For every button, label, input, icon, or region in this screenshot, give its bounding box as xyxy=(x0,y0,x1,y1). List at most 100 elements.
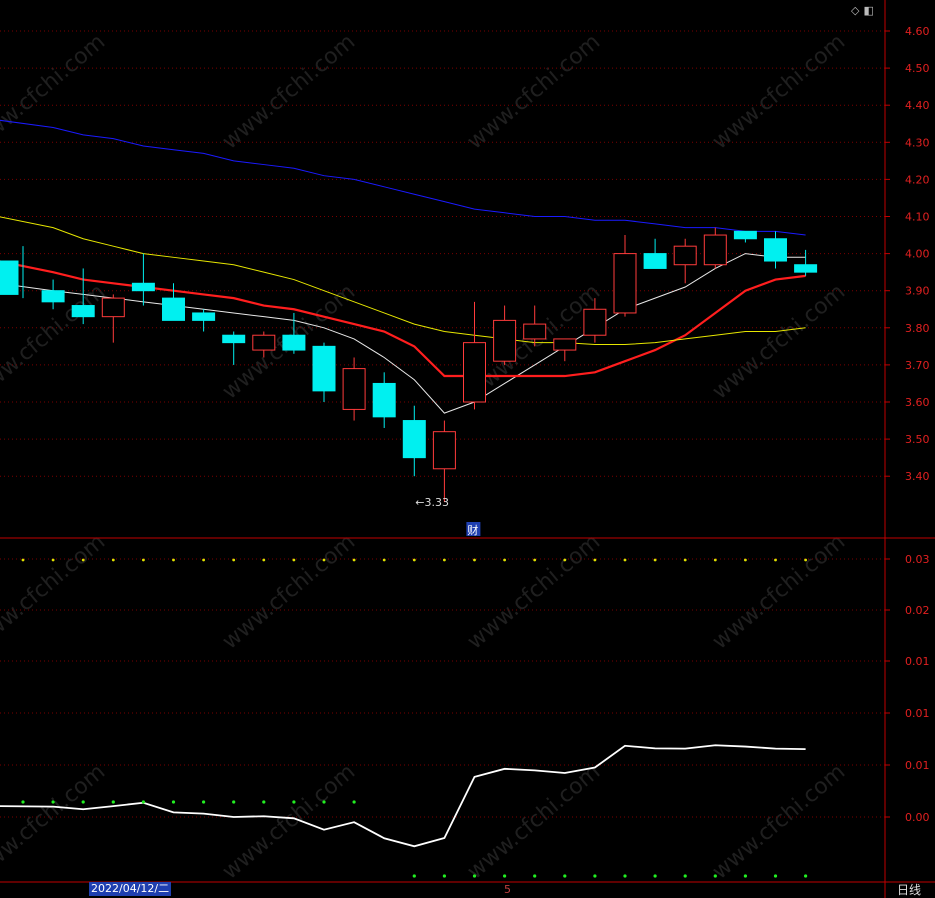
min-price-label: ←3.33 xyxy=(415,496,449,509)
watermark-text: www.cfchi.com xyxy=(463,529,605,654)
event-marker-label: 财 xyxy=(467,523,478,537)
signal-dot-bottom xyxy=(232,800,236,804)
candle-body xyxy=(162,297,185,321)
candle-body xyxy=(372,382,396,418)
watermark-text: www.cfchi.com xyxy=(708,529,850,654)
candle xyxy=(312,342,336,402)
diamond-icon[interactable]: ◇ xyxy=(851,4,859,17)
signal-dot-top xyxy=(21,558,25,562)
signal-dot-bottom xyxy=(21,800,25,804)
price-tick-label: 3.40 xyxy=(905,470,930,483)
candle-body xyxy=(101,297,125,318)
candle-body xyxy=(643,253,667,269)
signal-dot-top xyxy=(412,558,416,562)
candle-body xyxy=(432,431,456,470)
indicator-tick-label: 0.02 xyxy=(905,604,930,617)
signal-dot-top xyxy=(232,558,236,562)
watermark-text: www.cfchi.com xyxy=(708,279,850,404)
signal-dot-bottom xyxy=(202,800,206,804)
signal-dot-top xyxy=(111,558,115,562)
price-tick-label: 3.80 xyxy=(905,322,930,335)
signal-dot-bottom xyxy=(503,874,507,878)
price-tick-label: 3.70 xyxy=(905,359,930,372)
candle-body xyxy=(402,420,426,459)
signal-dot-bottom xyxy=(412,874,416,878)
cursor-date: 2022/04/12/二 xyxy=(89,882,172,896)
signal-dot-bottom xyxy=(322,800,326,804)
candle-body xyxy=(252,334,276,351)
toolbar-icons: ◇ ◧ xyxy=(851,4,878,17)
candle xyxy=(553,338,577,362)
signal-dot-bottom xyxy=(141,800,145,804)
indicator-tick-label: 0.01 xyxy=(905,707,930,720)
signal-dot-bottom xyxy=(804,874,808,878)
ma-line-blue xyxy=(0,119,806,236)
candle-body xyxy=(463,342,486,403)
price-tick-label: 4.00 xyxy=(905,248,930,261)
signal-dot-bottom xyxy=(713,874,717,878)
signal-dot-top xyxy=(744,558,747,562)
signal-dot-top xyxy=(473,558,476,562)
watermark-text: www.cfchi.com xyxy=(708,29,850,154)
candle xyxy=(192,309,216,332)
watermark-text: www.cfchi.com xyxy=(0,759,110,884)
candle xyxy=(643,238,667,269)
candle-body xyxy=(553,338,577,351)
indicator-panel xyxy=(0,558,808,878)
candle-body xyxy=(733,230,757,240)
price-tick-label: 4.10 xyxy=(905,211,930,224)
signal-dot-top xyxy=(533,558,537,562)
price-tick-label: 4.20 xyxy=(905,173,930,186)
signal-dot-bottom xyxy=(653,874,657,878)
watermark-text: www.cfchi.com xyxy=(218,759,360,884)
indicator-tick-label: 0.03 xyxy=(905,553,930,566)
candle-body xyxy=(342,368,366,410)
price-tick-label: 3.50 xyxy=(905,433,930,446)
indicator-tick-label: 0.01 xyxy=(905,655,930,668)
y-ticks: 4.60 4.50 4.40 4.30 4.20 4.10 4.00 3.90 3.80 3.70… xyxy=(885,25,930,824)
candle-body xyxy=(282,334,306,351)
candle-body xyxy=(493,319,517,362)
watermark-text: www.cfchi.com xyxy=(0,529,110,654)
panel-toggle-icon[interactable]: ◧ xyxy=(863,4,873,17)
candle-body xyxy=(71,305,95,318)
grid-lines xyxy=(0,30,885,818)
signal-dot-top xyxy=(713,558,717,562)
candle-body xyxy=(41,290,65,303)
signal-dot-bottom xyxy=(773,874,778,878)
signal-dot-top xyxy=(202,558,206,562)
signal-dot-top xyxy=(352,558,356,562)
candle-body xyxy=(583,308,607,336)
signal-dot-bottom xyxy=(111,800,115,804)
price-tick-label: 3.60 xyxy=(905,396,930,409)
signal-dot-bottom xyxy=(683,874,687,878)
candle-body xyxy=(794,264,818,273)
signal-dot-top xyxy=(443,558,446,562)
price-tick-label: 4.30 xyxy=(905,136,930,149)
candle xyxy=(41,279,65,310)
signal-dot-bottom xyxy=(743,874,748,878)
signal-dot-bottom xyxy=(442,874,446,878)
candle-body xyxy=(703,234,727,266)
watermark-text: www.cfchi.com xyxy=(218,529,360,654)
watermark-text: www.cfchi.com xyxy=(463,29,605,154)
annotations: ←3.33 财 xyxy=(415,496,481,537)
watermark-text: www.cfchi.com xyxy=(708,759,850,884)
period-selector[interactable]: 日线 xyxy=(897,883,921,897)
price-tick-label: 4.40 xyxy=(905,99,930,112)
x-tick-label: 5 xyxy=(504,883,511,896)
candle-body xyxy=(523,323,547,340)
indicator-tick-label: 0.01 xyxy=(905,759,930,772)
signal-dot-bottom xyxy=(472,874,477,878)
candle xyxy=(673,238,697,284)
candle-body xyxy=(222,334,246,344)
candle xyxy=(794,249,818,276)
signal-dot-bottom xyxy=(563,874,567,878)
candle xyxy=(131,253,155,306)
candle xyxy=(0,246,24,299)
candle xyxy=(101,294,125,343)
signal-dot-top xyxy=(172,558,175,562)
candle xyxy=(342,357,366,421)
stock-chart[interactable]: www.cfchi.com www.cfchi.com www.cfchi.com w… xyxy=(0,0,935,898)
signal-dot-top xyxy=(804,558,807,562)
